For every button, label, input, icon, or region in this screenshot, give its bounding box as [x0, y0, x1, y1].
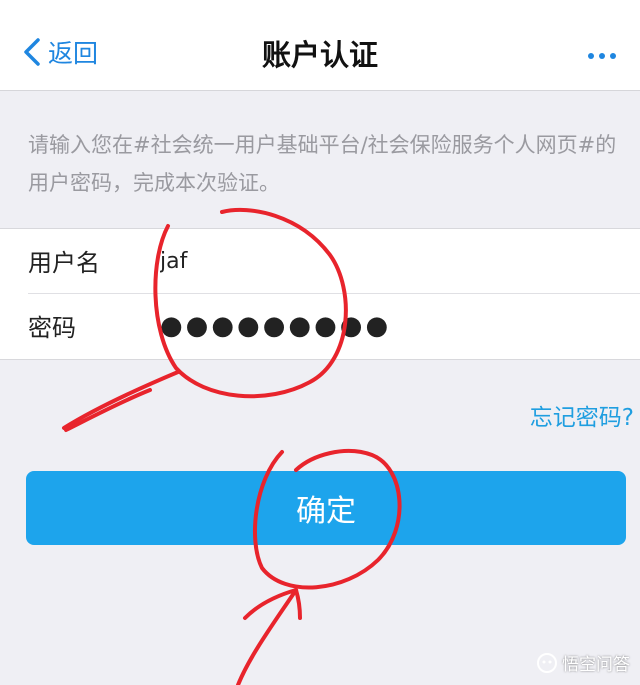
password-row: 密码 [0, 294, 640, 358]
password-label: 密码 [28, 314, 76, 342]
status-bar [0, 0, 640, 10]
username-input[interactable] [160, 239, 600, 283]
password-input[interactable] [160, 304, 600, 348]
watermark: 悟空问答 [536, 650, 630, 675]
instruction-text: 请输入您在#社会统一用户基础平台/社会保险服务个人网页#的用户密码，完成本次验证… [28, 133, 617, 195]
forgot-password-link[interactable]: 忘记密码? [530, 398, 634, 432]
nav-bar: 返回 账户认证 [0, 10, 640, 91]
more-dots-icon[interactable] [588, 44, 624, 60]
wukong-logo-icon [537, 652, 557, 673]
page-title: 账户认证 [261, 38, 378, 72]
watermark-text: 悟空问答 [562, 655, 630, 675]
username-label: 用户名 [28, 249, 100, 277]
username-row: 用户名 [0, 229, 640, 294]
confirm-button[interactable]: 确定 [26, 471, 626, 545]
login-form: 用户名 密码 [0, 228, 640, 360]
